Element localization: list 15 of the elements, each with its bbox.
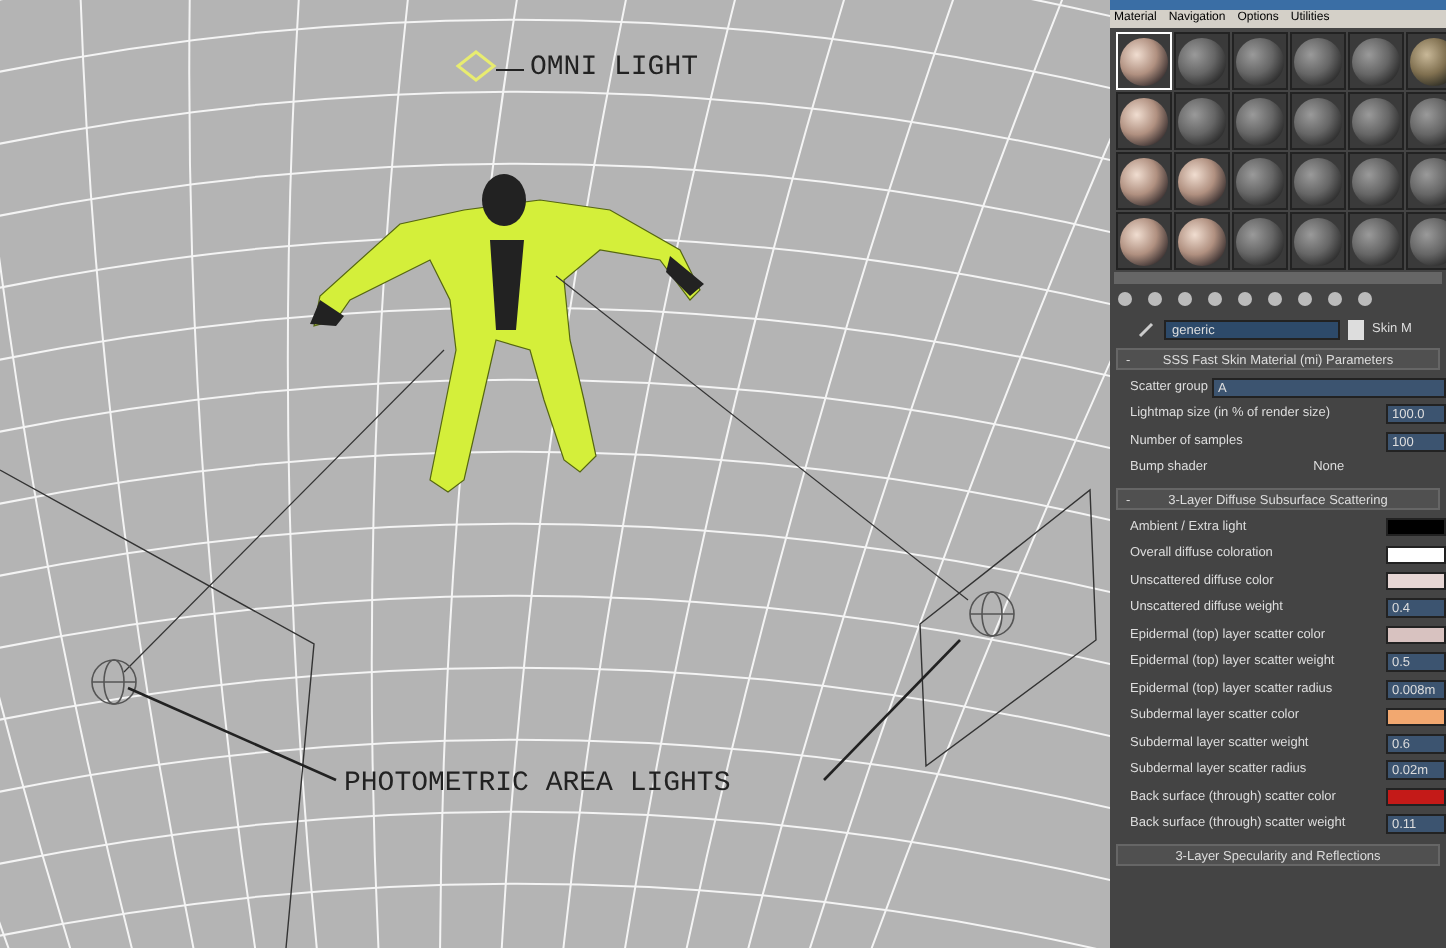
scroll-bar[interactable] [1114,272,1442,284]
color-swatch[interactable] [1386,788,1446,807]
omni-light-icon [455,50,497,82]
light-label: OMNI LIGHT [530,54,699,82]
color-swatch[interactable] [1386,707,1446,726]
light-sphere-icon [969,591,1015,637]
leader-line [495,69,525,71]
picker-icon[interactable] [1138,320,1156,338]
color-swatch[interactable] [1386,545,1446,564]
lights-label: PHOTOMETRIC AREA LIGHTS [344,770,731,798]
light-sphere-icon [91,659,137,705]
leader-line [823,639,961,781]
color-swatch[interactable] [1386,572,1446,591]
color-swatch[interactable] [1386,626,1446,645]
color-swatch[interactable] [1386,518,1446,537]
